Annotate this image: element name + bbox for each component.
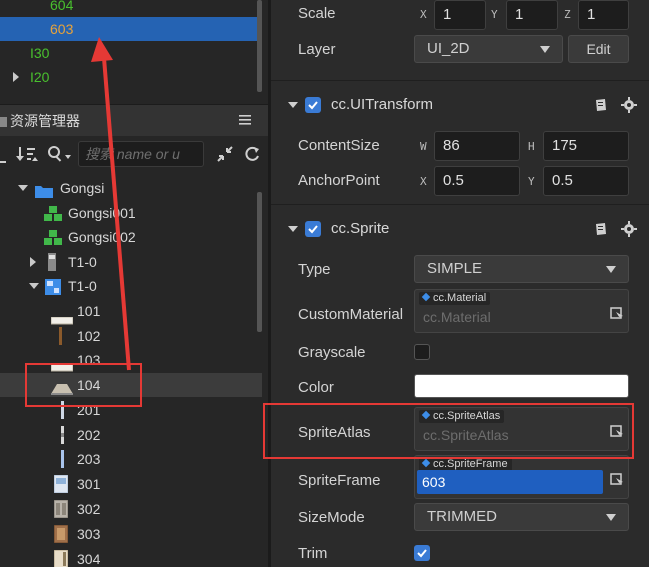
annotation-arrow	[91, 37, 131, 371]
